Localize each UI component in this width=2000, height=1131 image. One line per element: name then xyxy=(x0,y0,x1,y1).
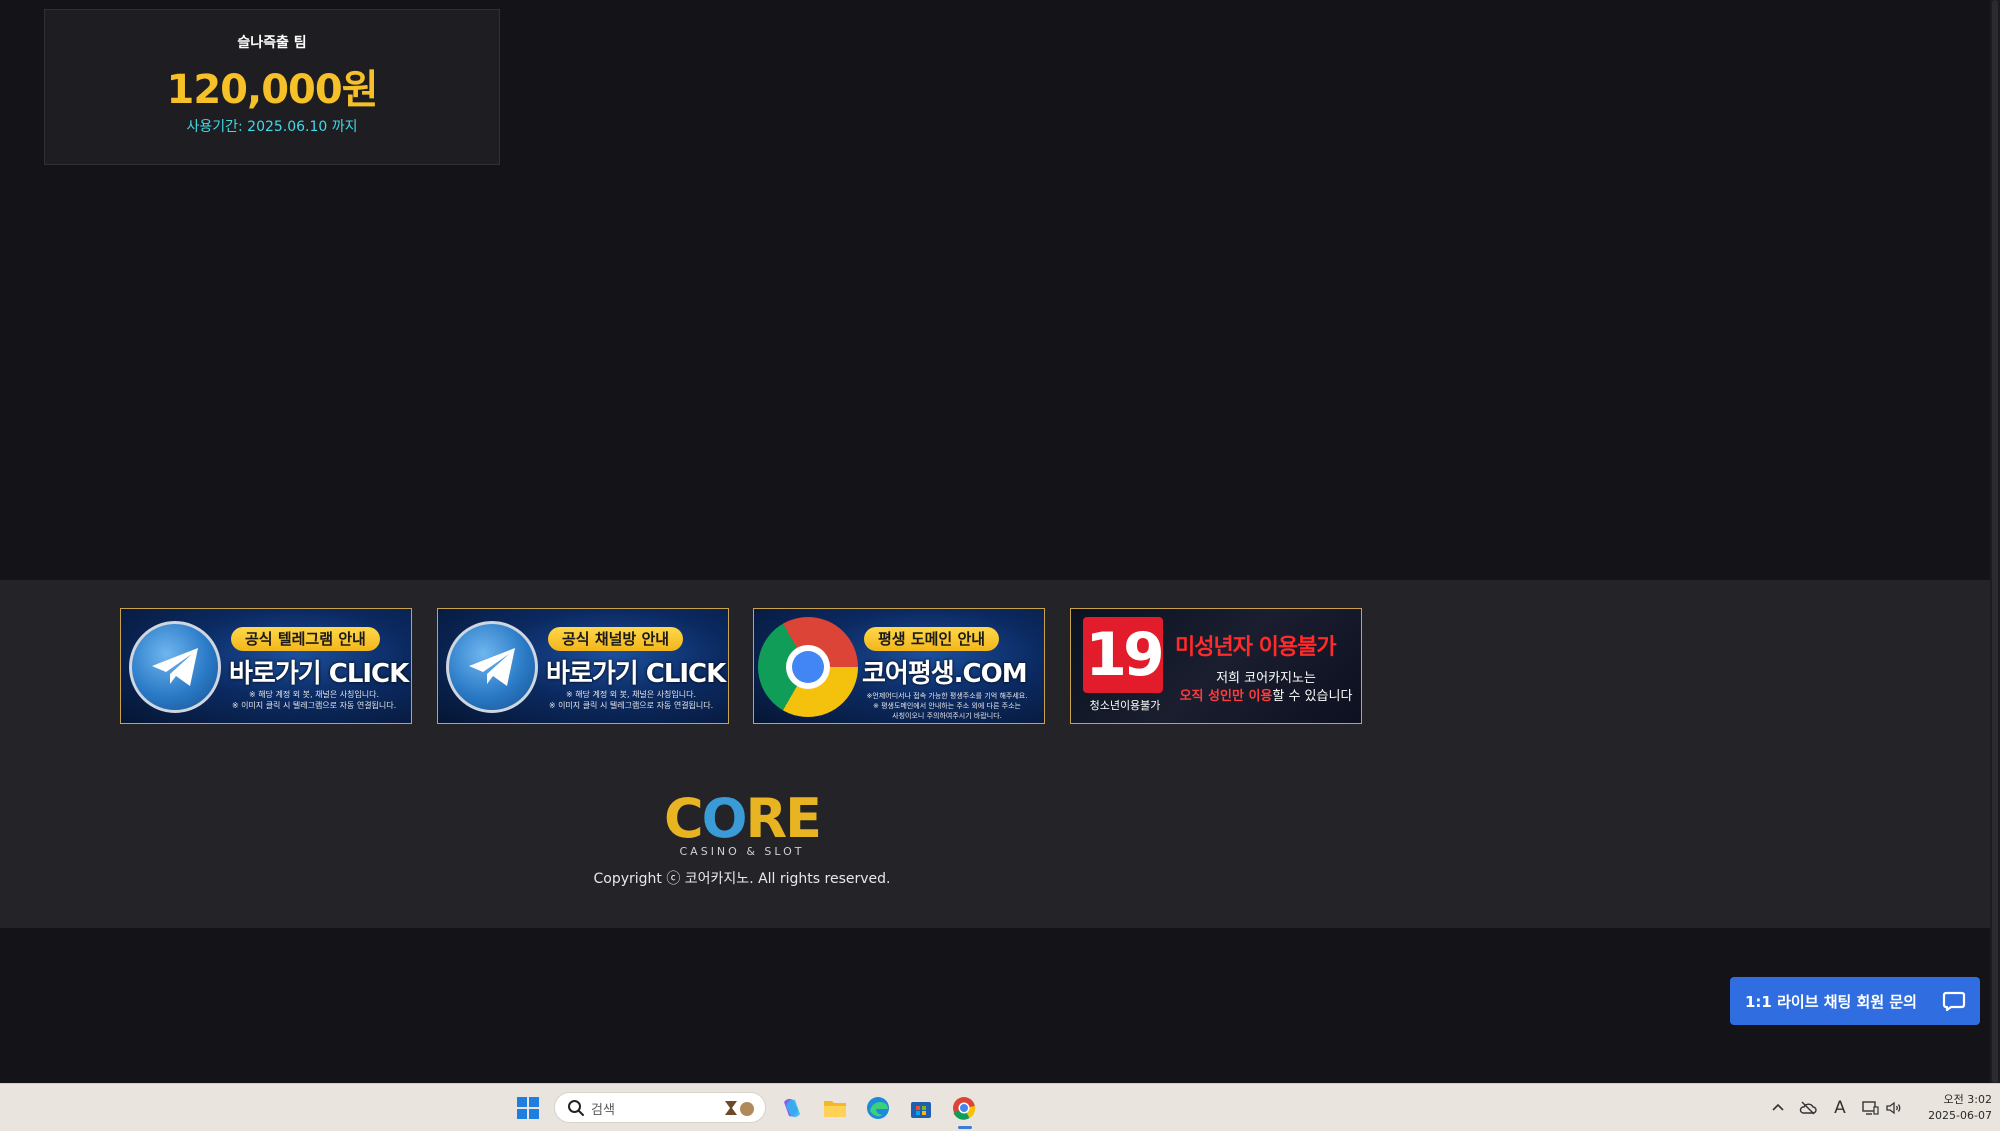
banner-adults-only[interactable]: 19 청소년이용불가 미성년자 이용불가 저희 코어카지노는 오직 성인만 이용… xyxy=(1070,608,1362,724)
edge-icon[interactable] xyxy=(864,1094,892,1122)
banner-note-line: ※언제어디서나 접속 가능한 평생주소를 기억 해주세요. xyxy=(866,692,1028,700)
search-placeholder: 검색 xyxy=(591,1103,615,1118)
onedrive-icon[interactable] xyxy=(1798,1098,1818,1118)
promo-card: 슬나즉출 팀 120,000원 사용기간: 2025.06.10 까지 xyxy=(44,9,500,165)
promo-amount: 120,000원 xyxy=(166,67,379,113)
taskbar-search-box[interactable]: 검색 xyxy=(554,1092,766,1123)
input-method-icon[interactable]: A xyxy=(1830,1098,1850,1118)
adults-only-line: 저희 코어카지노는 xyxy=(1216,671,1316,686)
copyright-text: Copyright ⓒ 코어카지노. All rights reserved. xyxy=(593,871,891,887)
banner-main-text: 바로가기 CLICK xyxy=(229,659,409,689)
banner-note: ※ 해당 계정 외 봇, 채널은 사칭입니다. ※ 이미지 클릭 시 텔레그램으… xyxy=(223,689,405,711)
promo-expiry: 사용기간: 2025.06.10 까지 xyxy=(186,119,358,135)
search-highlight-icon xyxy=(725,1101,754,1116)
banner-pill: 공식 채널방 안내 xyxy=(548,627,684,651)
banner-note: ※ 해당 계정 외 봇, 채널은 사칭입니다. ※ 이미지 클릭 시 텔레그램으… xyxy=(540,689,722,711)
clock-time: 오전 3:02 xyxy=(1943,1093,1992,1106)
banner-note-line: ※ 해당 계정 외 봇, 채널은 사칭입니다. xyxy=(248,690,380,699)
microsoft-store-icon[interactable] xyxy=(907,1094,935,1122)
banner-note: ※언제어디서나 접속 가능한 평생주소를 기억 해주세요. ※ 평생도메인에서 … xyxy=(856,691,1038,721)
display-icon[interactable] xyxy=(1860,1098,1880,1118)
promo-title: 슬나즉출 팀 xyxy=(237,35,307,51)
logo-wordmark: CORE xyxy=(663,787,822,850)
adults-only-line: 오직 성인만 이용할 수 있습니다 xyxy=(1175,685,1357,704)
adults-only-line-rest: 할 수 있습니다 xyxy=(1272,689,1353,704)
banner-main-text: 바로가기 CLICK xyxy=(546,659,726,689)
taskbar: 검색 A 오전 3:02 2025-06-07 xyxy=(0,1083,2000,1131)
chevron-up-icon[interactable] xyxy=(1768,1098,1788,1118)
clock-date: 2025-06-07 xyxy=(1928,1109,1992,1122)
banner-note-line: ※ 이미지 클릭 시 텔레그램으로 자동 연결됩니다. xyxy=(548,701,714,710)
banner-note-line: ※ 이미지 클릭 시 텔레그램으로 자동 연결됩니다. xyxy=(231,701,397,710)
adults-only-title: 미성년자 이용불가 xyxy=(1175,635,1337,660)
banner-main-text: 코어평생.COM xyxy=(862,659,1028,689)
banner-note-line: ※ 해당 계정 외 봇, 채널은 사칭입니다. xyxy=(565,690,697,699)
page-body: 슬나즉출 팀 120,000원 사용기간: 2025.06.10 까지 공식 텔… xyxy=(0,0,1990,1083)
volume-icon[interactable] xyxy=(1884,1098,1904,1118)
live-chat-label: 1:1 라이브 채팅 회원 문의 xyxy=(1745,993,1917,1011)
telegram-icon xyxy=(129,621,221,713)
banner-telegram-official[interactable]: 공식 텔레그램 안내 바로가기 CLICK ※ 해당 계정 외 봇, 채널은 사… xyxy=(120,608,412,724)
windows-start-icon[interactable] xyxy=(514,1094,542,1122)
banner-lifetime-domain[interactable]: 평생 도메인 안내 코어평생.COM ※언제어디서나 접속 가능한 평생주소를 … xyxy=(753,608,1045,724)
banner-note-line: ※ 평생도메인에서 안내하는 주소 외에 다른 주소는 xyxy=(872,702,1021,710)
age-restriction-caption: 청소년이용불가 xyxy=(1089,699,1161,712)
chrome-icon xyxy=(758,617,858,717)
banner-telegram-channel[interactable]: 공식 채널방 안내 바로가기 CLICK ※ 해당 계정 외 봇, 채널은 사칭… xyxy=(437,608,729,724)
active-app-indicator xyxy=(958,1126,972,1129)
logo-subtitle: CASINO & SLOT xyxy=(679,845,805,858)
age-19-badge: 19 xyxy=(1083,617,1165,693)
scrollbar-thumb[interactable] xyxy=(1992,0,1998,1083)
banner-pill: 평생 도메인 안내 xyxy=(864,627,1000,651)
banner-pill: 공식 텔레그램 안내 xyxy=(231,627,380,651)
copilot-icon[interactable] xyxy=(778,1094,806,1122)
live-chat-button[interactable]: 1:1 라이브 채팅 회원 문의 xyxy=(1730,977,1980,1025)
chrome-taskbar-icon[interactable] xyxy=(950,1094,978,1122)
banner-note-line: 사칭이오니 주의하여주시기 바랍니다. xyxy=(892,712,1002,720)
file-explorer-icon[interactable] xyxy=(821,1094,849,1122)
core-logo[interactable]: CORE CASINO & SLOT xyxy=(662,787,822,859)
footer: 공식 텔레그램 안내 바로가기 CLICK ※ 해당 계정 외 봇, 채널은 사… xyxy=(0,580,1990,928)
chat-bubble-icon xyxy=(1942,991,1966,1012)
system-clock[interactable]: 오전 3:02 2025-06-07 xyxy=(1912,1092,1992,1124)
telegram-icon xyxy=(446,621,538,713)
adults-only-emphasis: 오직 성인만 이용 xyxy=(1179,689,1273,704)
search-icon xyxy=(568,1100,584,1116)
page-scrollbar[interactable] xyxy=(1990,0,2000,1083)
